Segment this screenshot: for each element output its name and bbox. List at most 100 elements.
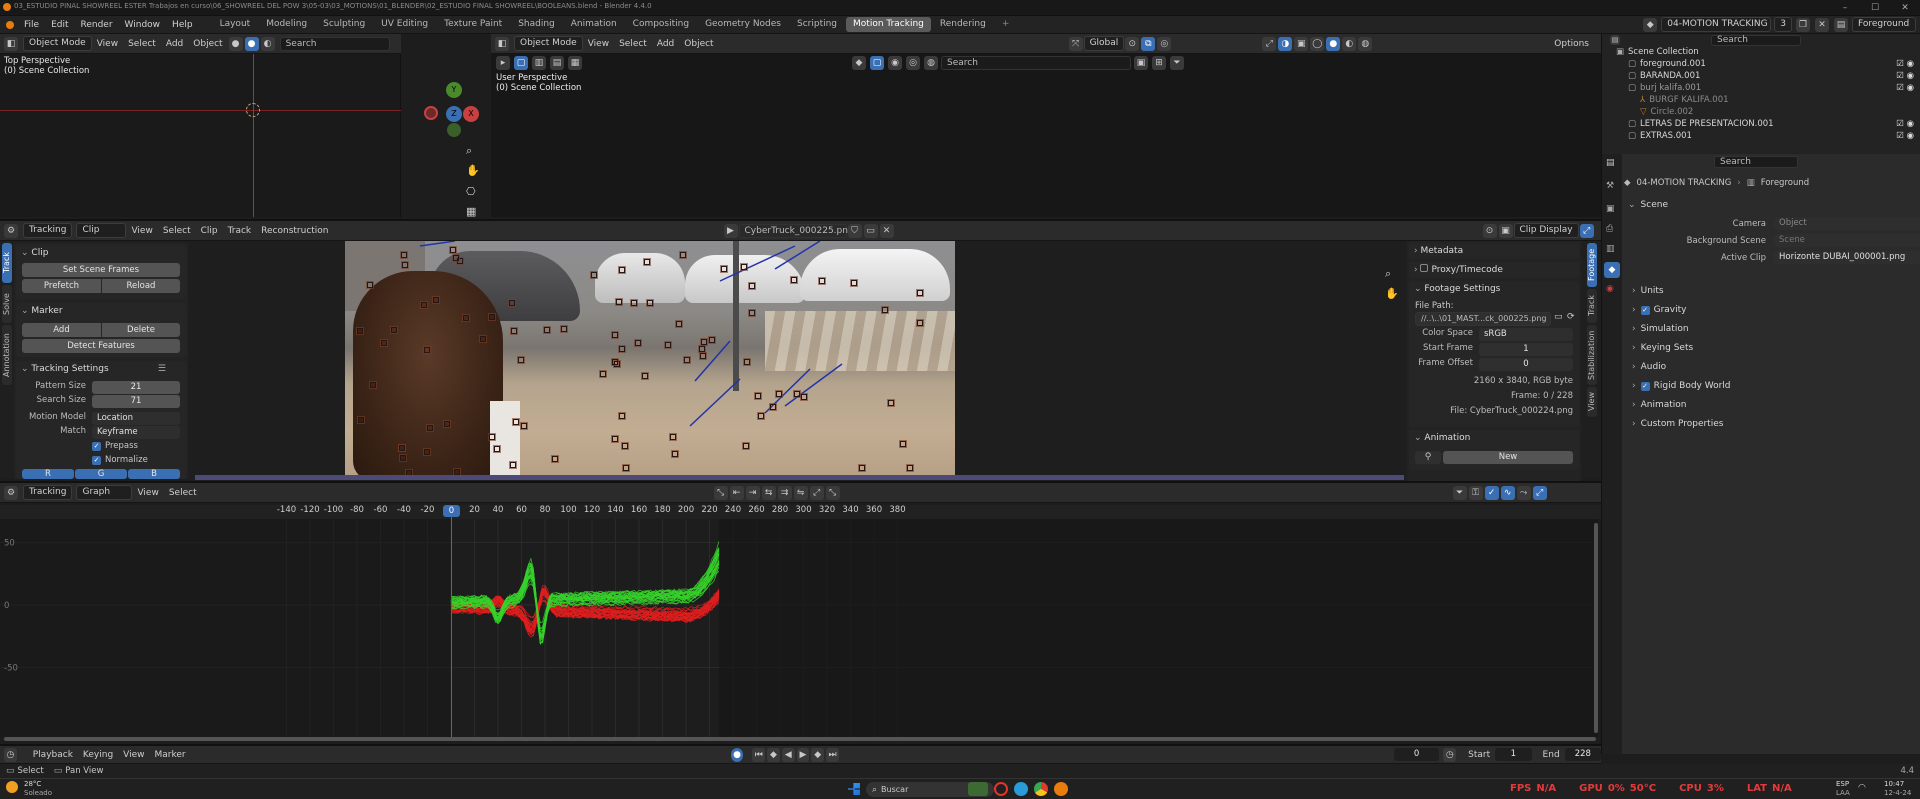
3d-cursor-icon[interactable] [246,103,260,117]
tab-stabilization[interactable]: Stabilization [1587,325,1597,385]
outliner-scene-collection[interactable]: ▣ Scene Collection [1616,46,1916,58]
editor-type-icon[interactable]: ◧ [4,36,18,51]
tracking-marker[interactable] [450,247,456,253]
close-icon[interactable]: ✕ [1890,3,1920,13]
clock-time[interactable]: 10:47 [1884,780,1904,788]
filter-b-icon[interactable]: ◎ [906,56,920,70]
tracking-marker[interactable] [859,465,865,471]
gizmo-x-icon[interactable]: X [463,106,479,122]
camera-view-icon[interactable]: ⎔ [466,185,476,198]
timeline-menu-keying[interactable]: Keying [78,745,118,765]
clip-display-icon[interactable]: ▣ [1498,223,1513,238]
tracking-marker[interactable] [744,359,750,365]
animation-panel-header[interactable]: ⌄ Animation [1409,430,1579,446]
tab-shading[interactable]: Shading [511,17,562,32]
start-frame-input[interactable]: 1 [1495,748,1532,761]
left-3d-viewport[interactable]: ◧ Object Mode View Select Add Object ● ●… [0,34,480,218]
graph-h-scrollbar[interactable] [4,737,1596,741]
scene-selector[interactable]: 04-MOTION TRACKING [1661,17,1772,32]
menu-help[interactable]: Help [166,16,199,34]
panel-animation[interactable]: › Animation [1632,396,1920,415]
ortho-grid-icon[interactable]: ▦ [466,205,476,218]
properties-search[interactable]: Search [1714,155,1798,168]
graph-snap-icon[interactable]: ⤳ [1516,485,1531,500]
minimize-icon[interactable]: – [1830,3,1860,13]
render-tab-icon[interactable]: ▣ [1606,204,1615,214]
tracking-marker[interactable] [544,327,550,333]
edge-icon[interactable] [1014,782,1028,796]
weather-icon[interactable] [6,781,18,793]
tracking-marker[interactable] [794,391,800,397]
tracking-marker[interactable] [749,283,755,289]
start-frame-field[interactable]: 1 [1479,343,1573,356]
tab-solve[interactable]: Solve [2,285,12,323]
language-indicator[interactable]: ESP [1836,780,1849,788]
graph-v-scrollbar[interactable] [1594,523,1598,733]
tab-footage[interactable]: Footage [1587,243,1597,287]
tracking-marker[interactable] [721,266,727,272]
graph-view-selector[interactable]: Graph [76,485,133,500]
view-layer-tab-icon[interactable]: ▥ [1606,244,1615,254]
tracking-marker[interactable] [917,290,923,296]
tracking-marker[interactable] [513,419,519,425]
prev-key-icon[interactable]: ◆ [767,747,780,762]
clip-editor-type-icon[interactable]: ⚙ [4,223,18,238]
select-subtract-icon[interactable]: ▤ [550,56,564,70]
tracking-marker[interactable] [402,262,408,268]
detect-features-button[interactable]: Detect Features [22,339,180,353]
tab-right-track[interactable]: Track [1587,289,1597,323]
filter-a-icon[interactable]: ◉ [888,56,902,70]
tracking-marker[interactable] [741,264,747,270]
taskbar-app-icon[interactable] [968,782,988,796]
channel-r-button[interactable]: R [22,469,74,479]
tracking-marker[interactable] [819,278,825,284]
tracking-marker[interactable] [367,282,373,288]
filter-e-icon[interactable]: ⊞ [1152,56,1166,70]
options-menu[interactable]: Options [1554,39,1589,49]
file-path-field[interactable]: //..\..\01_MAST...ck_000225.png [1415,312,1551,326]
delete-scene-icon[interactable]: ✕ [1815,17,1829,32]
panel-audio[interactable]: › Audio [1632,358,1920,377]
left-menu-object[interactable]: Object [188,34,227,54]
wireframe-shading-icon[interactable]: ◯ [1310,36,1325,51]
jump-end-icon[interactable]: ⏭ [826,747,839,762]
clip-view-area[interactable]: ⌕ ✋ [189,241,1404,481]
clip-menu-select[interactable]: Select [158,221,196,241]
tracking-marker[interactable] [631,300,637,306]
clip-zoom-icon[interactable]: ⌕ [1385,267,1391,281]
tracking-marker[interactable] [755,393,761,399]
pan-hand-icon[interactable]: ✋ [466,164,480,177]
center-menu-object[interactable]: Object [679,34,718,54]
opera-icon[interactable] [994,782,1008,796]
graph-gizmo-icon[interactable]: ⤢ [1532,485,1547,500]
tracking-marker[interactable] [670,434,676,440]
footage-frame[interactable] [345,241,955,479]
tab-scripting[interactable]: Scripting [790,17,844,32]
tracking-marker[interactable] [619,413,625,419]
tab-sculpting[interactable]: Sculpting [316,17,372,32]
tracking-marker[interactable] [612,436,618,442]
output-tab-icon[interactable]: ⎙ [1606,224,1613,234]
tracking-marker[interactable] [622,443,628,449]
outliner-item[interactable]: ▢ foreground.001 ☑ ◉ [1616,58,1916,70]
tab-motion-tracking[interactable]: Motion Tracking [846,17,931,32]
tracking-marker[interactable] [489,314,495,320]
center-editor-type-icon[interactable]: ◧ [495,36,509,51]
scene-tab-icon[interactable]: ◆ [1604,262,1620,278]
material-shading-icon[interactable]: ◐ [260,36,275,51]
file-browse-icon[interactable]: ▭ [1554,312,1563,322]
gizmo-y-icon[interactable]: Y [446,82,462,98]
tracking-settings-header[interactable]: ⌄ Tracking Settings ☰ [16,361,186,377]
tracking-marker[interactable] [421,302,427,308]
windows-start-icon[interactable] [848,783,860,795]
center-menu-select[interactable]: Select [614,34,652,54]
footage-settings-header[interactable]: ⌄ Footage Settings [1409,281,1579,297]
material-view-icon[interactable]: ◐ [1342,36,1357,51]
panel-rigid-body-world[interactable]: › ✓ Rigid Body World [1632,377,1920,396]
play-icon[interactable]: ▶ [796,747,810,762]
graph-curve-icon[interactable]: ∿ [1500,485,1515,500]
tracking-marker[interactable] [676,321,682,327]
prepass-checkbox[interactable]: ✓ Prepass [92,441,138,451]
shading-icon[interactable]: ● [228,36,243,51]
scene-users-count[interactable]: 3 [1774,17,1792,32]
